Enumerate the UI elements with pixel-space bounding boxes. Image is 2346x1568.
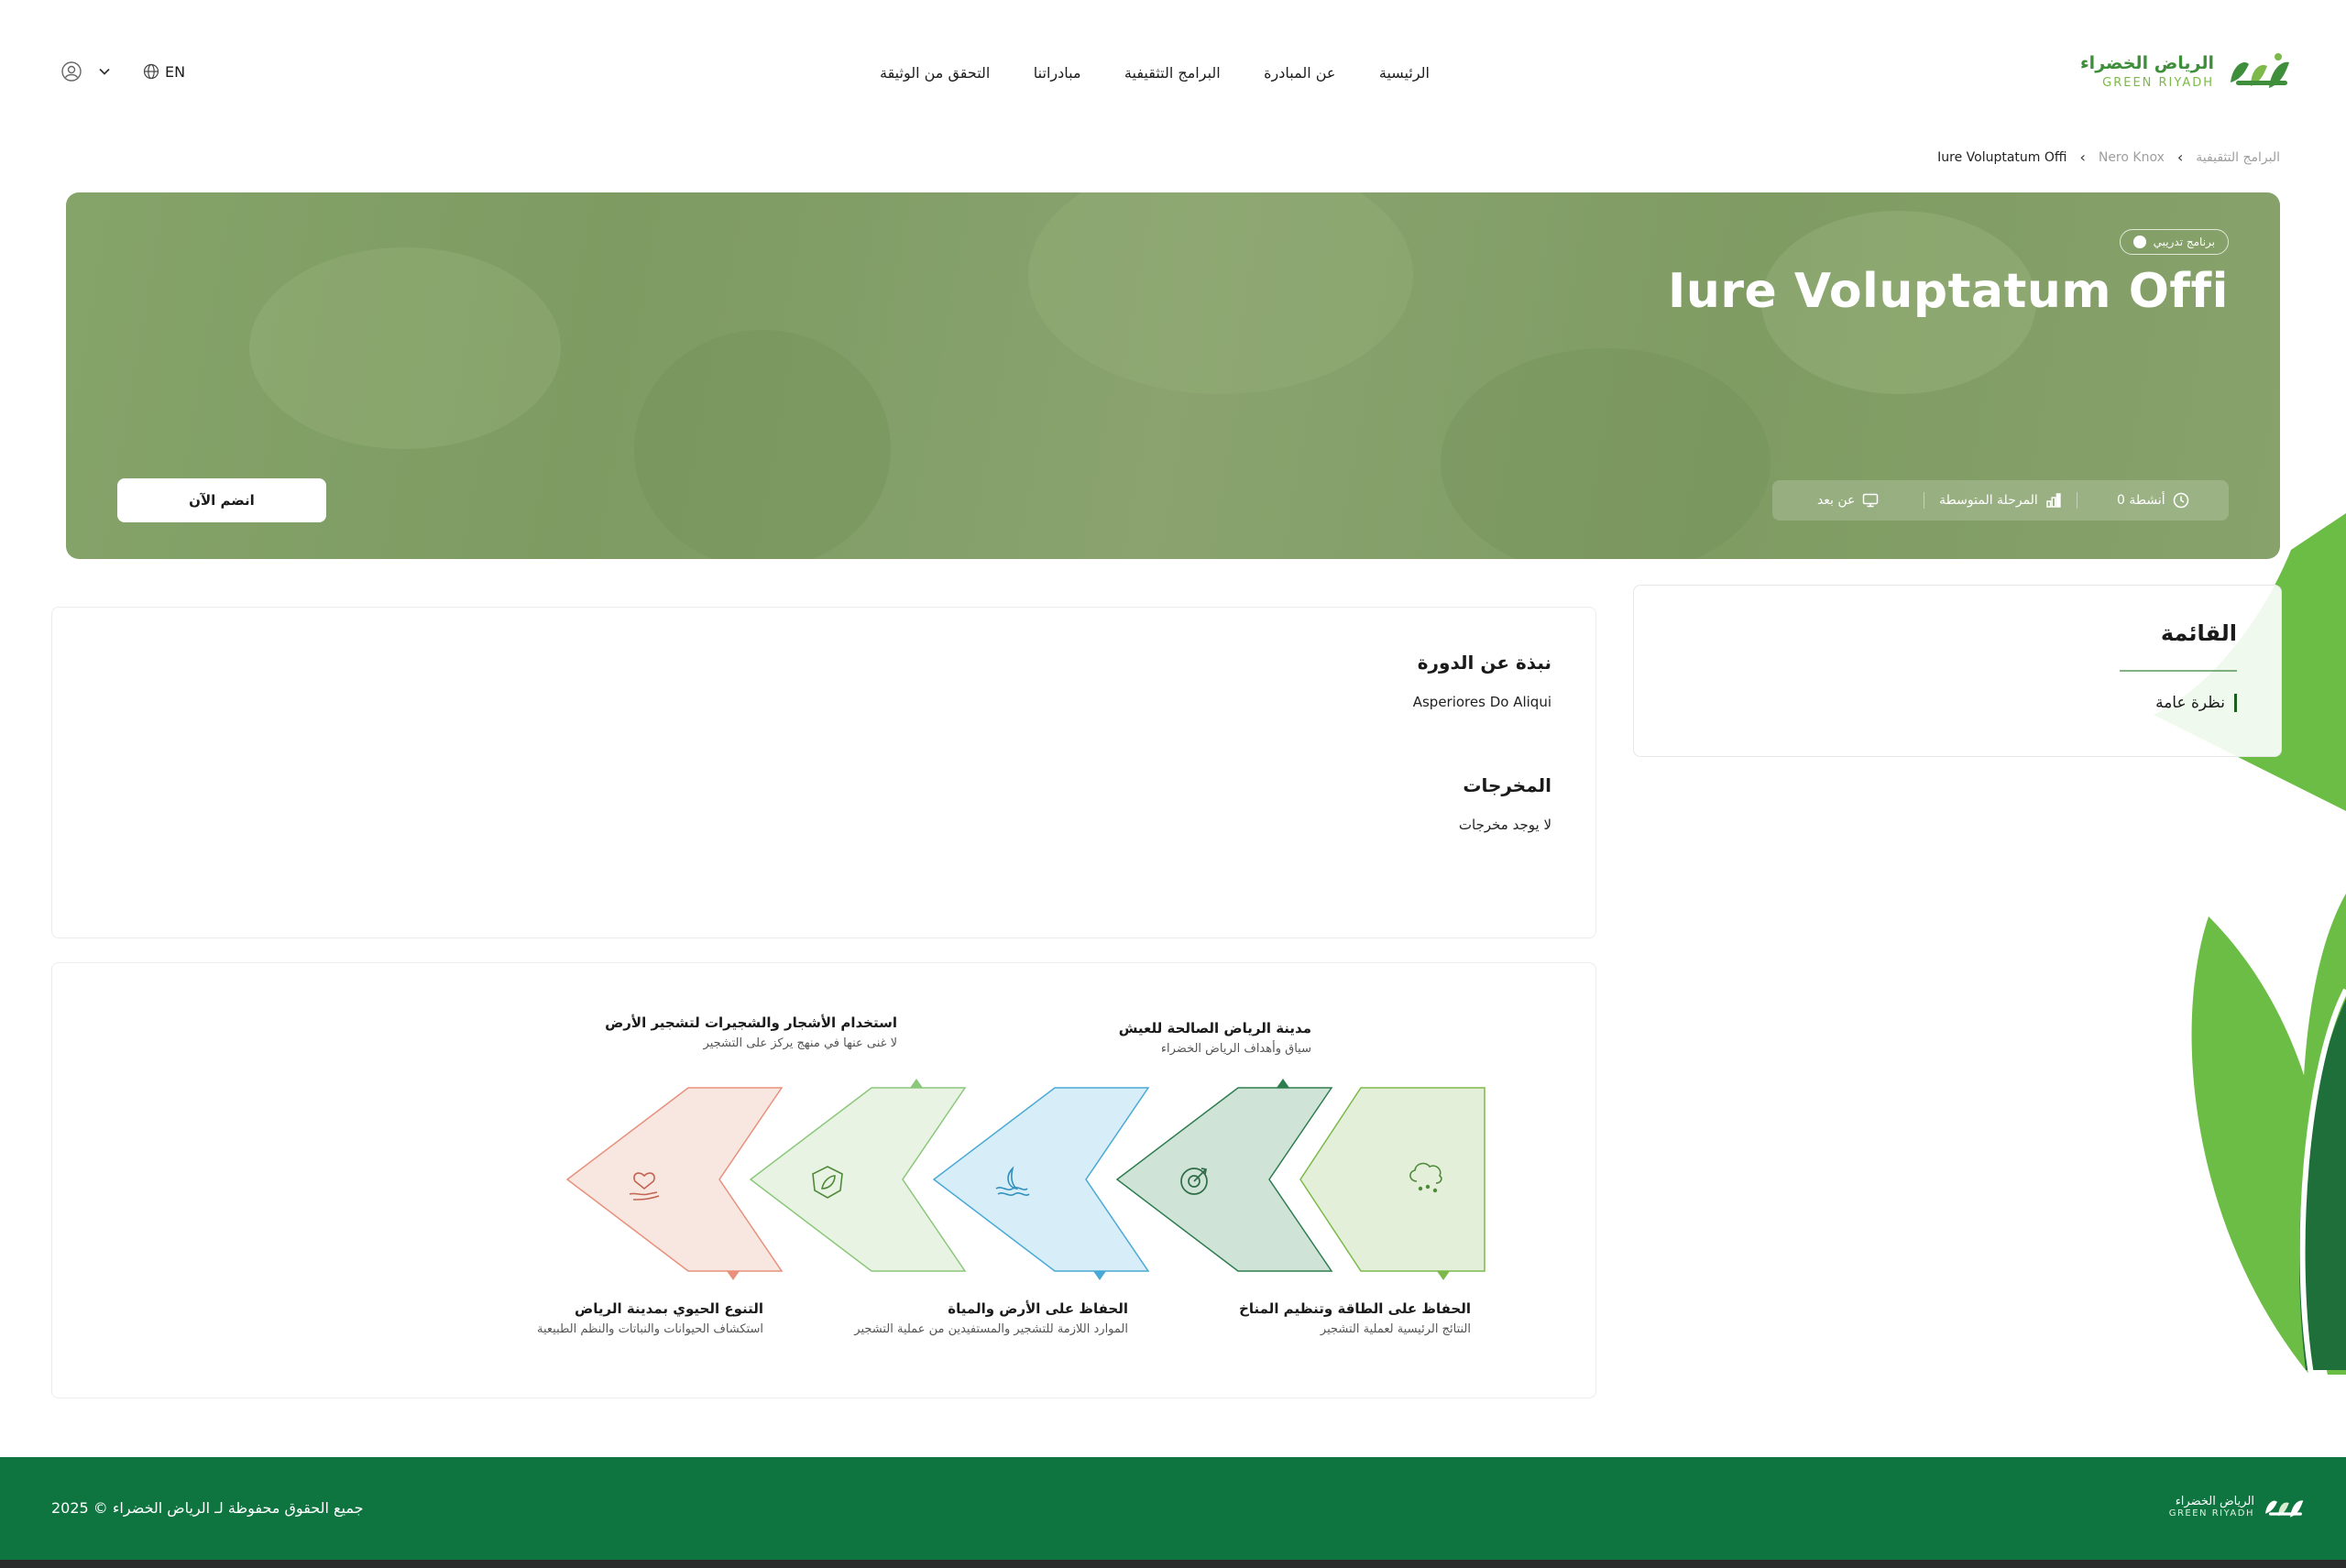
pathway-step-5: [565, 1087, 784, 1280]
footer-logo-mark: [2265, 1500, 2304, 1518]
stat-level-label: المرحلة المتوسطة: [1939, 493, 2038, 508]
footer-logo[interactable]: الرياض الخضراء GREEN RIYADH: [2169, 1490, 2308, 1523]
brand-logo[interactable]: الرياض الخضراء GREEN RIYADH: [2080, 46, 2295, 97]
pathway-step-5-title: التنوع الحيوي بمدينة الرياض: [575, 1300, 763, 1317]
outputs-text: لا يوجد مخرجات: [1458, 817, 1551, 833]
sidebar-title: القائمة: [2160, 620, 2237, 646]
pathway-step-1-subtitle: النتائج الرئيسية لعملية التشجير: [1320, 1322, 1471, 1336]
brand-logo-mark: [2231, 53, 2289, 88]
chevron-left-icon: ‹: [2176, 148, 2184, 166]
footer-brand-ar: الرياض الخضراء: [2175, 1495, 2254, 1508]
course-sidebar-menu: القائمة نظرة عامة: [1633, 585, 2282, 757]
pathway-step-3-title: الحفاظ على الأرض والمياة: [948, 1300, 1128, 1317]
clock-icon: [2173, 492, 2188, 509]
breadcrumb-item-parent[interactable]: Nero Knox: [2099, 150, 2165, 165]
nav-item-verify-document[interactable]: التحقق من الوثيقة: [880, 64, 990, 82]
nav-item-initiatives[interactable]: مبادراتنا: [1034, 64, 1081, 82]
nav-item-about[interactable]: عن المبادرة: [1264, 64, 1335, 82]
stat-delivery-label: عن بعد: [1816, 493, 1856, 508]
pathway-step-4-label: استخدام الأشجار والشجيرات لتشجير الأرض ل…: [605, 1014, 897, 1050]
bottom-edge-bar: [0, 1560, 2346, 1568]
nav-item-home[interactable]: الرئيسية: [1379, 64, 1430, 82]
join-now-button[interactable]: انضم الآن: [117, 478, 326, 522]
pathway-step-2-label: مدينة الرياض الصالحة للعيش سياق وأهداف ا…: [1119, 1020, 1311, 1056]
learning-pathway-card: استخدام الأشجار والشجيرات لتشجير الأرض ل…: [51, 962, 1596, 1398]
pathway-step-4-title: استخدام الأشجار والشجيرات لتشجير الأرض: [605, 1014, 897, 1031]
copyright-text: جميع الحقوق محفوظة لـ الرياض الخضراء © 2…: [51, 1499, 364, 1517]
language-label: EN: [165, 62, 186, 81]
site-footer: جميع الحقوق محفوظة لـ الرياض الخضراء © 2…: [0, 1457, 2346, 1560]
stat-activities: 0 أنشطة: [2077, 492, 2229, 509]
pathway-step-1-title: الحفاظ على الطاقة وتنظيم المناخ: [1239, 1300, 1471, 1317]
course-title: Iure Voluptatum Offi: [1668, 264, 2229, 319]
chevron-left-icon: ‹: [2079, 148, 2086, 166]
pathway-step-1: [1299, 1087, 1485, 1280]
course-about-card: نبذة عن الدورة Asperiores Do Aliqui المخ…: [51, 607, 1596, 938]
footer-brand-text: الرياض الخضراء GREEN RIYADH: [2169, 1495, 2254, 1519]
hero-background-shape: [249, 247, 561, 449]
hero-background-shape: [1441, 348, 1770, 559]
pathway-step-3-label: الحفاظ على الأرض والمياة الموارد اللازمة…: [854, 1300, 1128, 1336]
stat-level: المرحلة المتوسطة: [1924, 492, 2077, 509]
pathway-step-1-label: الحفاظ على الطاقة وتنظيم المناخ النتائج …: [1239, 1300, 1471, 1336]
program-type-label: برنامج تدريبي: [2153, 236, 2215, 248]
footer-brand-en: GREEN RIYADH: [2168, 1508, 2254, 1519]
stat-delivery: عن بعد: [1772, 492, 1925, 509]
pathway-step-2-title: مدينة الرياض الصالحة للعيش: [1118, 1020, 1311, 1036]
pathway-step-4: [749, 1079, 967, 1272]
pathway-step-4-subtitle: لا غنى عنها في منهج يركز على التشجير: [703, 1036, 897, 1050]
bar-chart-icon: [2046, 493, 2061, 508]
nav-item-programs[interactable]: البرامج التثقيفية: [1124, 64, 1221, 82]
outputs-heading: المخرجات: [1463, 774, 1551, 796]
hero-background-shape: [634, 330, 891, 559]
user-avatar-icon: [61, 61, 82, 82]
about-heading: نبذة عن الدورة: [1417, 652, 1551, 674]
globe-icon: [143, 63, 159, 80]
pathway-step-5-subtitle: استكشاف الحيوانات والنباتات والنظم الطبي…: [536, 1322, 763, 1336]
pathway-step-2: [1115, 1079, 1333, 1272]
user-menu-button[interactable]: [60, 60, 112, 82]
sidebar-divider: [2120, 670, 2237, 672]
pathway-step-3: [932, 1087, 1150, 1280]
breadcrumb-item-programs[interactable]: البرامج التثقيفية: [2196, 150, 2280, 165]
language-switcher[interactable]: EN: [143, 63, 185, 81]
site-header: الرياض الخضراء GREEN RIYADH الرئيسية عن …: [0, 0, 2346, 147]
sidebar-item-overview[interactable]: نظرة عامة: [2155, 694, 2237, 712]
brand-text: الرياض الخضراء GREEN RIYADH: [2080, 53, 2214, 90]
chevron-down-icon: [99, 68, 110, 75]
header-tools: EN: [60, 60, 185, 82]
program-type-badge: برنامج تدريبي: [2119, 229, 2229, 255]
main-nav: الرئيسية عن المبادرة البرامج التثقيفية م…: [880, 64, 1430, 82]
course-hero-banner: برنامج تدريبي Iure Voluptatum Offi انضم …: [66, 192, 2280, 559]
breadcrumb: البرامج التثقيفية ‹ Nero Knox ‹ Iure Vol…: [1937, 148, 2280, 166]
pathway-step-2-subtitle: سياق وأهداف الرياض الخضراء: [1160, 1042, 1311, 1056]
breadcrumb-item-current: Iure Voluptatum Offi: [1937, 149, 2067, 165]
about-text: Asperiores Do Aliqui: [1412, 694, 1551, 710]
brand-name-ar: الرياض الخضراء: [2079, 53, 2214, 73]
badge-dot-icon: [2132, 236, 2146, 248]
monitor-icon: [1863, 493, 1879, 508]
pathway-step-5-label: التنوع الحيوي بمدينة الرياض استكشاف الحي…: [537, 1300, 763, 1336]
pathway-step-3-subtitle: الموارد اللازمة للتشجير والمستفيدين من ع…: [854, 1322, 1128, 1336]
stat-activities-label: 0 أنشطة: [2117, 493, 2165, 508]
hero-background-shape: [1028, 192, 1413, 394]
brand-name-en: GREEN RIYADH: [2102, 76, 2214, 90]
